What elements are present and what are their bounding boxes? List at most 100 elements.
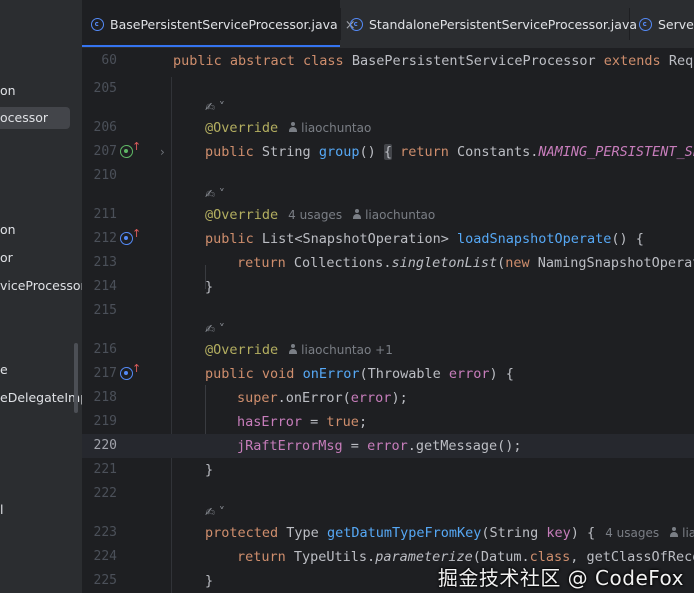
- code-token: );: [391, 390, 408, 406]
- class-icon: [350, 18, 363, 31]
- tab-standalone-persistent-service-processor[interactable]: StandalonePersistentServiceProcessor.jav…: [341, 0, 637, 47]
- tab-serve[interactable]: Serve: [630, 0, 694, 47]
- code-token: hasError: [237, 414, 303, 430]
- code-token: =: [302, 414, 327, 430]
- code-token: .onError(: [277, 390, 351, 406]
- tree-item[interactable]: on: [0, 219, 16, 241]
- code-token: void: [253, 366, 303, 382]
- tree-item[interactable]: l: [0, 499, 3, 521]
- code-token: new: [505, 255, 530, 271]
- line-number: 217: [93, 366, 117, 381]
- code-token: String: [253, 144, 319, 160]
- sticky-class-header[interactable]: 60 public abstract class BasePersistentS…: [82, 49, 694, 73]
- usages-hint[interactable]: 4 usages: [605, 526, 659, 540]
- tab-label: StandalonePersistentServiceProcessor.jav…: [369, 17, 637, 32]
- author-hint[interactable]: liaochuntao +1: [301, 343, 393, 357]
- code-line[interactable]: 212 ↑ public List<SnapshotOperation> loa…: [82, 227, 694, 251]
- code-token: (String: [481, 525, 547, 541]
- code-token: return: [237, 549, 286, 565]
- line-number: 222: [93, 486, 117, 501]
- code-line[interactable]: 221 }: [82, 458, 694, 482]
- code-token: .getMessage();: [407, 438, 522, 454]
- line-number: 211: [93, 207, 117, 222]
- code-token: () {: [611, 231, 644, 247]
- code-token: Type: [278, 525, 327, 541]
- code-token: }: [205, 279, 214, 295]
- code-token: return: [400, 144, 449, 160]
- annotation: @Override: [205, 207, 279, 223]
- tree-item[interactable]: viceProcessor: [0, 275, 82, 297]
- code-token: group: [318, 144, 360, 160]
- tree-item[interactable]: on: [0, 80, 16, 102]
- code-token: error: [448, 366, 490, 382]
- line-number: 212: [93, 231, 117, 246]
- line-number: 220: [93, 438, 117, 453]
- usages-hint[interactable]: 4 usages: [288, 208, 342, 222]
- author-hint[interactable]: liaochuntao: [301, 121, 371, 135]
- editor-tab-bar: BasePersistentServiceProcessor.java × Sta…: [82, 0, 694, 49]
- folded-brace[interactable]: {: [383, 144, 392, 160]
- tab-label: BasePersistentServiceProcessor.java: [110, 17, 338, 32]
- fold-chevron-icon[interactable]: ›: [160, 140, 165, 164]
- tree-item[interactable]: eDelegateImpl: [0, 387, 82, 409]
- line-number: 218: [93, 390, 117, 405]
- author-icon: [288, 122, 298, 133]
- code-token: }: [205, 573, 214, 589]
- code-line[interactable]: 210: [82, 164, 694, 188]
- code-token: protected: [205, 525, 279, 541]
- line-number: 214: [93, 279, 117, 294]
- line-number: 210: [93, 168, 117, 183]
- code-token: return: [237, 255, 286, 271]
- code-line[interactable]: 213 return Collections.singletonList(new…: [82, 251, 694, 275]
- sticky-code: public abstract class BasePersistentServ…: [173, 53, 694, 69]
- author-hint[interactable]: lia: [682, 526, 694, 540]
- code-line[interactable]: 218 super.onError(error);: [82, 386, 694, 410]
- code-line[interactable]: 217 ↑ public void onError(Throwable erro…: [82, 362, 694, 386]
- code-line[interactable]: 214 }: [82, 275, 694, 299]
- code-token: (Throwable: [359, 366, 449, 382]
- tree-item[interactable]: e: [0, 359, 8, 381]
- code-line[interactable]: 207 ↑ › public String group() { return Co…: [82, 140, 694, 164]
- tab-label: Serve: [658, 17, 694, 32]
- code-token: (): [359, 144, 376, 160]
- tree-item[interactable]: or: [0, 247, 13, 269]
- class-icon: [91, 18, 104, 31]
- class-icon: [639, 18, 652, 31]
- line-number: 224: [93, 549, 117, 564]
- code-token: List<SnapshotOperation>: [253, 231, 457, 247]
- code-token: error: [350, 390, 392, 406]
- code-token: ) {: [489, 366, 514, 382]
- code-line[interactable]: 205: [82, 77, 694, 101]
- code-token: Constants.: [448, 144, 539, 160]
- line-number: 60: [101, 53, 117, 68]
- sidebar-scrollbar[interactable]: [74, 343, 78, 413]
- line-number: 219: [93, 414, 117, 429]
- code-line[interactable]: 222: [82, 482, 694, 506]
- code-token: onError: [302, 366, 360, 382]
- tree-item-selected[interactable]: ocessor: [0, 107, 70, 129]
- code-line[interactable]: 216 @Override liaochuntao +1: [82, 338, 694, 362]
- author-hint[interactable]: liaochuntao: [365, 208, 435, 222]
- project-tree-panel: on ocessor on or viceProcessor e eDelega…: [0, 0, 83, 593]
- code-line[interactable]: 211 @Override 4 usages liaochuntao: [82, 203, 694, 227]
- code-line[interactable]: 223 protected Type getDatumTypeFromKey(S…: [82, 521, 694, 545]
- code-token: }: [205, 462, 214, 478]
- code-token: getDatumTypeFromKey: [326, 525, 482, 541]
- code-token: ) {: [570, 525, 596, 541]
- line-number: 213: [93, 255, 117, 270]
- current-code-line[interactable]: 220 jRaftErrorMsg = error.getMessage();: [82, 434, 694, 458]
- code-line[interactable]: 215: [82, 299, 694, 323]
- annotation: @Override: [205, 342, 279, 358]
- code-line[interactable]: 219 hasError = true;: [82, 410, 694, 434]
- author-icon: [352, 209, 362, 220]
- code-token: =: [342, 438, 368, 454]
- line-number: 215: [93, 303, 117, 318]
- arrow-up-icon: ↑: [132, 140, 142, 153]
- line-number: 223: [93, 525, 117, 540]
- tab-base-persistent-service-processor[interactable]: BasePersistentServiceProcessor.java ×: [82, 0, 356, 47]
- code-token: ;: [358, 414, 368, 430]
- code-editor[interactable]: 60 public abstract class BasePersistentS…: [82, 49, 694, 593]
- code-line[interactable]: 206 @Override liaochuntao: [82, 116, 694, 140]
- code-token: super: [237, 390, 278, 406]
- code-token: NamingSnapshotOperat: [529, 255, 694, 271]
